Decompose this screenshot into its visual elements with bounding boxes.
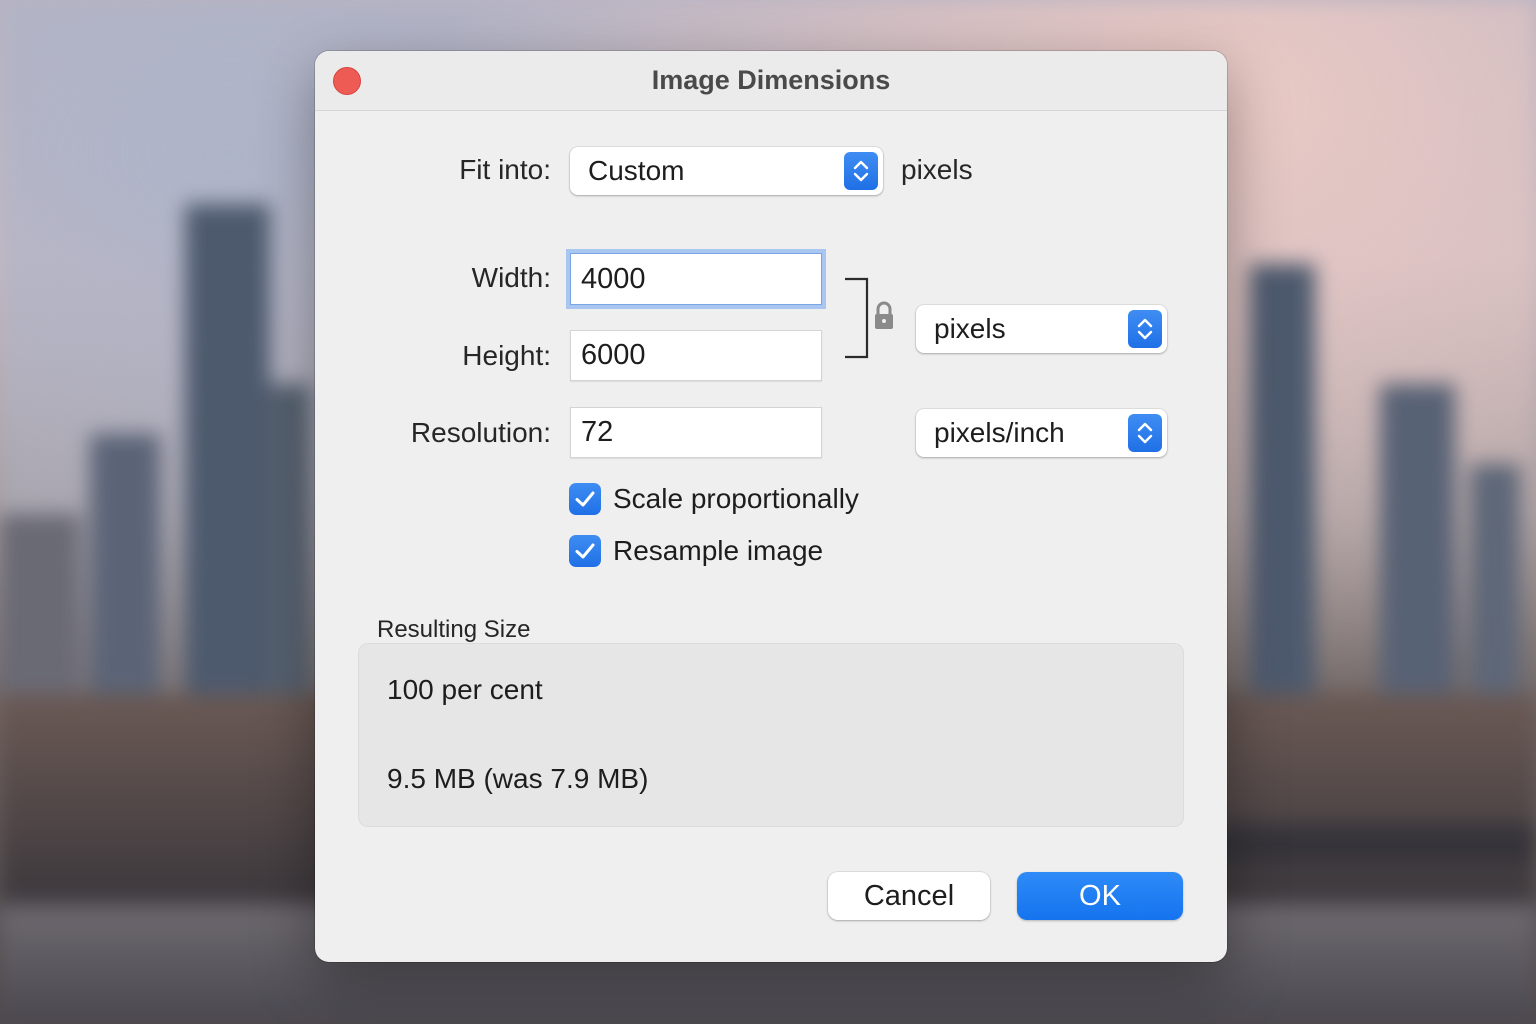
lock-icon[interactable] (873, 301, 895, 331)
chevron-up-down-icon (844, 152, 878, 190)
scale-proportionally-checkbox[interactable] (569, 483, 601, 515)
chevron-up-down-icon (1128, 414, 1162, 452)
cancel-button[interactable]: Cancel (828, 872, 990, 920)
size-unit-value: pixels (934, 313, 1006, 344)
fit-into-label: Fit into: (459, 154, 551, 185)
resolution-field[interactable]: 72 (570, 407, 822, 458)
height-field[interactable]: 6000 (570, 330, 822, 381)
width-label: Width: (471, 262, 551, 293)
resample-image-label[interactable]: Resample image (613, 535, 823, 567)
fit-into-unit-label: pixels (901, 154, 973, 185)
resulting-percent: 100 per cent (387, 674, 543, 705)
checkmark-icon (575, 543, 595, 559)
resulting-size-heading: Resulting Size (377, 616, 531, 643)
resulting-size-box: 100 per cent 9.5 MB (was 7.9 MB) (358, 643, 1184, 827)
resolution-unit-popup[interactable]: pixels/inch (916, 409, 1167, 457)
dialog-title: Image Dimensions (651, 65, 891, 95)
title-bar: Image Dimensions (315, 51, 1227, 111)
size-unit-popup[interactable]: pixels (916, 305, 1167, 353)
fit-into-popup[interactable]: Custom (570, 147, 883, 195)
resolution-label: Resolution: (410, 417, 551, 448)
checkmark-icon (575, 491, 595, 507)
width-field[interactable]: 4000 (570, 253, 822, 305)
resolution-unit-value: pixels/inch (934, 417, 1065, 448)
chevron-up-down-icon (1128, 310, 1162, 348)
height-label: Height: (462, 340, 551, 371)
fit-into-value: Custom (588, 155, 685, 186)
link-bracket (845, 277, 869, 359)
ok-button[interactable]: OK (1017, 872, 1183, 920)
resample-image-checkbox[interactable] (569, 535, 601, 567)
image-dimensions-dialog: Image Dimensions Fit into: Custom pixels… (315, 51, 1227, 962)
resulting-file-size: 9.5 MB (was 7.9 MB) (387, 763, 649, 794)
scale-proportionally-label[interactable]: Scale proportionally (613, 483, 859, 515)
